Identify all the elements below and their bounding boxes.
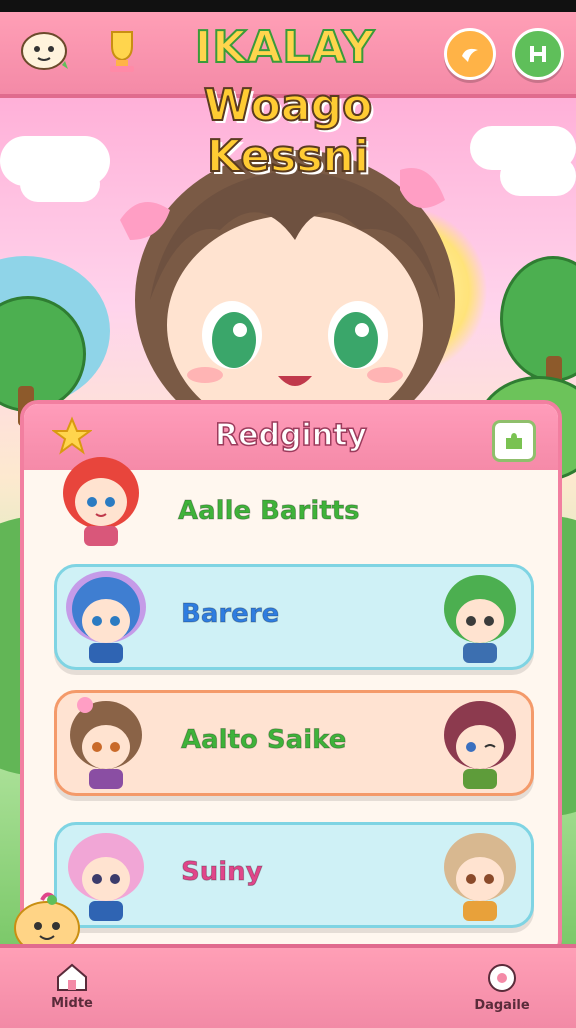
list-item[interactable]: Aalto Saike [54,690,534,796]
nav-home-label: Midte [51,996,93,1011]
nav-settings[interactable]: Dagaile [462,962,542,1013]
dog-mascot-icon[interactable] [16,22,72,78]
status-strip [0,0,576,12]
red-hair-girl-avatar [63,457,139,546]
trophy-icon[interactable] [94,22,150,78]
cloud [20,166,100,202]
roster-panel: Redginty Aalle Baritts Barere Aalto Saik… [20,400,562,958]
row-label: Aalle Baritts [178,496,361,527]
list-item[interactable]: Barere [54,564,534,670]
row-label: Barere [180,599,280,630]
cloud [500,156,576,196]
brown-hair-girl-avatar [70,697,142,789]
app-title: IKALAY [194,21,376,74]
nav-settings-label: Dagaile [474,998,530,1013]
list-item[interactable]: Suiny [54,822,534,928]
h-letter-button[interactable] [512,28,564,80]
bottom-nav-bar: Midte Dagaile [0,944,576,1028]
nav-home[interactable]: Midte [32,962,112,1011]
green-hair-girl-avatar [444,575,516,663]
blue-hair-boy-avatar [66,571,146,663]
puzzle-button[interactable] [492,420,536,462]
sun-swirl-icon [462,48,478,62]
home-icon [57,963,87,991]
row-label: Aalto Saike [180,725,347,756]
gear-flower-icon [488,964,516,992]
app-subtitle: Woago Kessni [203,79,374,183]
sun-swirl-button[interactable] [444,28,496,80]
maroon-hair-girl-avatar [444,701,516,789]
h-letter-icon [530,46,546,62]
character-illustration [120,150,455,410]
blonde-hair-girl-avatar [444,833,516,921]
tree [500,256,576,382]
puzzle-icon [506,433,522,449]
row-label: Suiny [181,857,264,888]
